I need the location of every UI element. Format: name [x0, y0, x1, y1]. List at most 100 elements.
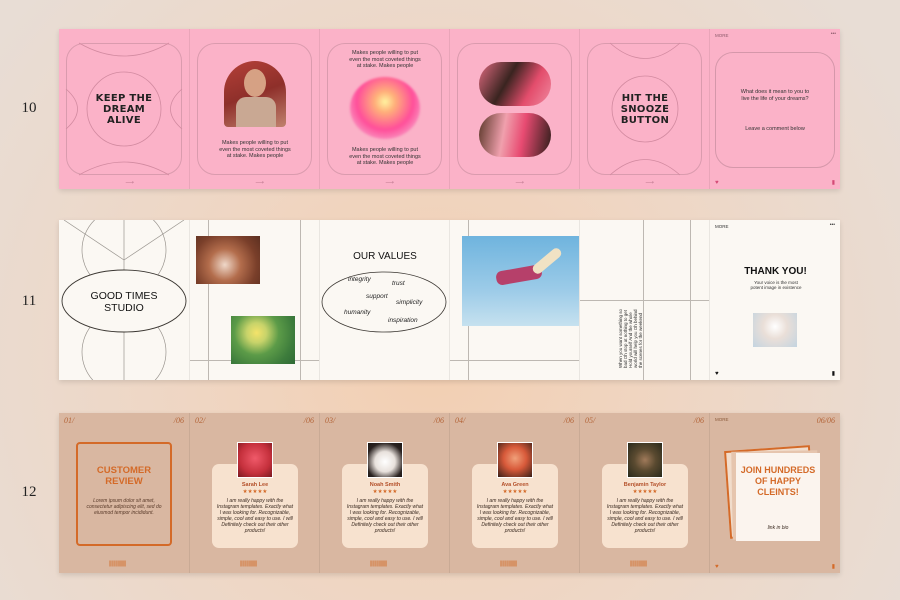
- slide-text-bottom: Makes people willing to put even the mos…: [349, 147, 421, 166]
- avatar: [627, 442, 663, 478]
- question-text: What does it mean to you to live the lif…: [740, 89, 810, 102]
- slide-total: /06: [303, 416, 314, 425]
- portrait-body-shape: [236, 97, 276, 127]
- slide-index: 03/: [325, 416, 336, 425]
- progress-bars: ||||||||||||||||: [240, 561, 257, 567]
- slide-index: 01/: [64, 416, 75, 425]
- avatar: [237, 442, 273, 478]
- question-frame: [715, 52, 835, 168]
- slide-total: /06: [173, 416, 184, 425]
- review-text: I am really happy with the Instagram tem…: [216, 498, 294, 534]
- slide-keep-dream[interactable]: KEEP THE DREAM ALIVE ⟶: [59, 29, 189, 189]
- slide-total: /06: [563, 416, 574, 425]
- row-label-12: 12: [21, 484, 37, 500]
- slide-title: CUSTOMER REVIEW: [96, 465, 152, 487]
- bookmark-icon[interactable]: ▮: [832, 370, 835, 377]
- more-dots-icon[interactable]: •••: [831, 31, 836, 37]
- avatar: [367, 442, 403, 478]
- review-text: I am really happy with the Instagram tem…: [606, 498, 684, 534]
- star-rating: ★★★★★: [502, 489, 528, 495]
- value-word: integrity: [348, 276, 371, 283]
- cta-text[interactable]: Leave a comment below: [736, 126, 814, 133]
- value-word: trust: [392, 280, 405, 287]
- more-label[interactable]: MORE: [715, 224, 729, 229]
- slide-caption: Makes people willing to put even the mos…: [219, 140, 291, 159]
- reviewer-name: Noah Smith: [369, 482, 401, 488]
- slide-vertical-quote[interactable]: When you want something so bad Oh stop a…: [579, 220, 709, 380]
- avatar: [497, 442, 533, 478]
- more-dots-icon[interactable]: •••: [830, 222, 835, 228]
- bookmark-icon[interactable]: ▮: [832, 179, 835, 186]
- arrow-right-icon: ⟶: [515, 180, 524, 186]
- slide-title: THANK YOU!: [744, 266, 807, 277]
- slide-good-times[interactable]: GOOD TIMES STUDIO: [59, 220, 189, 380]
- heart-icon[interactable]: ♥: [715, 371, 719, 377]
- portrait-head-shape: [244, 69, 266, 97]
- slide-our-values[interactable]: OUR VALUES integrity trust support simpl…: [319, 220, 449, 380]
- slide-customer-review[interactable]: 01/ /06 CUSTOMER REVIEW Lorem ipsum dolo…: [59, 413, 189, 573]
- row-label-10: 10: [21, 100, 37, 116]
- arrow-right-icon: ⟶: [645, 180, 654, 186]
- cta-text[interactable]: link in bio: [740, 525, 816, 531]
- thank-you-photo: [753, 313, 797, 347]
- more-label[interactable]: MORE: [715, 417, 729, 422]
- reviewer-name: Benjamin Taylor: [623, 482, 667, 488]
- review-frame: [76, 442, 172, 546]
- slide-total: 06/06: [816, 416, 835, 425]
- grid-line: [300, 220, 301, 380]
- slide-snooze[interactable]: HIT THE SNOOZE BUTTON ⟶: [579, 29, 709, 189]
- values-ellipse: [321, 271, 447, 333]
- value-word: humanity: [344, 309, 371, 316]
- slide-double-photo[interactable]: ⟶: [449, 29, 579, 189]
- progress-bars: ||||||||||||||||: [500, 561, 517, 567]
- value-word: simplicity: [396, 299, 423, 306]
- slide-review-benjamin[interactable]: 05/ /06 Benjamin Taylor ★★★★★ I am reall…: [579, 413, 709, 573]
- slide-subtitle: Your voice is the most potent image in e…: [750, 280, 802, 290]
- slide-join-hundreds[interactable]: MORE 06/06 JOIN HUNDREDS OF HAPPY CLEINT…: [709, 413, 840, 573]
- star-rating: ★★★★★: [632, 489, 658, 495]
- slide-question[interactable]: MORE ••• What does it mean to you to liv…: [709, 29, 840, 189]
- lemon-photo: [231, 316, 295, 364]
- progress-bars: ||||||||||||||||: [370, 561, 387, 567]
- slide-title: GOOD TIMES STUDIO: [90, 290, 158, 314]
- arrow-right-icon: ⟶: [255, 180, 264, 186]
- slide-index: 05/: [585, 416, 596, 425]
- grid-line: [580, 300, 709, 301]
- more-label[interactable]: MORE: [715, 33, 729, 38]
- slide-review-noah[interactable]: 03/ /06 Noah Smith ★★★★★ I am really hap…: [319, 413, 449, 573]
- review-text: I am really happy with the Instagram tem…: [346, 498, 424, 534]
- row-12-strip: 01/ /06 CUSTOMER REVIEW Lorem ipsum dolo…: [59, 413, 840, 573]
- progress-bars: ||||||||||||||||: [630, 561, 647, 567]
- slide-title: KEEP THE DREAM ALIVE: [95, 93, 153, 126]
- slide-title: HIT THE SNOOZE BUTTON: [620, 93, 670, 126]
- slide-gradient-orb[interactable]: Makes people willing to put even the mos…: [319, 29, 449, 189]
- star-rating: ★★★★★: [372, 489, 398, 495]
- arrow-right-icon: ⟶: [385, 180, 394, 186]
- slide-photo-grid[interactable]: [189, 220, 319, 380]
- bookmark-icon[interactable]: ▮: [832, 563, 835, 570]
- arrow-right-icon: ⟶: [125, 180, 134, 186]
- slide-title: JOIN HUNDREDS OF HAPPY CLEINTS!: [740, 465, 816, 497]
- reviewer-name: Sarah Lee: [241, 482, 269, 488]
- photo-top-pill: [479, 62, 551, 106]
- heart-icon[interactable]: ♥: [715, 180, 719, 186]
- review-text: I am really happy with the Instagram tem…: [476, 498, 554, 534]
- grid-line: [450, 360, 579, 361]
- hair-photo: [196, 236, 260, 284]
- gradient-orb: [350, 77, 420, 139]
- value-word: support: [366, 293, 388, 300]
- heart-icon[interactable]: ♥: [715, 564, 719, 570]
- slide-review-ava[interactable]: 04/ /06 Ava Green ★★★★★ I am really happ…: [449, 413, 579, 573]
- value-word: inspiration: [388, 317, 418, 324]
- vertical-quote-text: When you want something so bad Oh stop a…: [618, 308, 643, 368]
- slide-body: Lorem ipsum dolor sit amet, consectetur …: [86, 498, 162, 516]
- slide-jump-photo[interactable]: [449, 220, 579, 380]
- slide-portrait[interactable]: Makes people willing to put even the mos…: [189, 29, 319, 189]
- star-rating: ★★★★★: [242, 489, 268, 495]
- slide-thank-you[interactable]: MORE ••• THANK YOU! Your voice is the mo…: [709, 220, 840, 380]
- progress-bars: ||||||||||||||||: [109, 561, 126, 567]
- reviewer-name: Ava Green: [501, 482, 529, 488]
- slide-text-top: Makes people willing to put even the mos…: [349, 50, 421, 69]
- photo-bottom-pill: [479, 113, 551, 157]
- slide-review-sarah[interactable]: 02/ /06 Sarah Lee ★★★★★ I am really happ…: [189, 413, 319, 573]
